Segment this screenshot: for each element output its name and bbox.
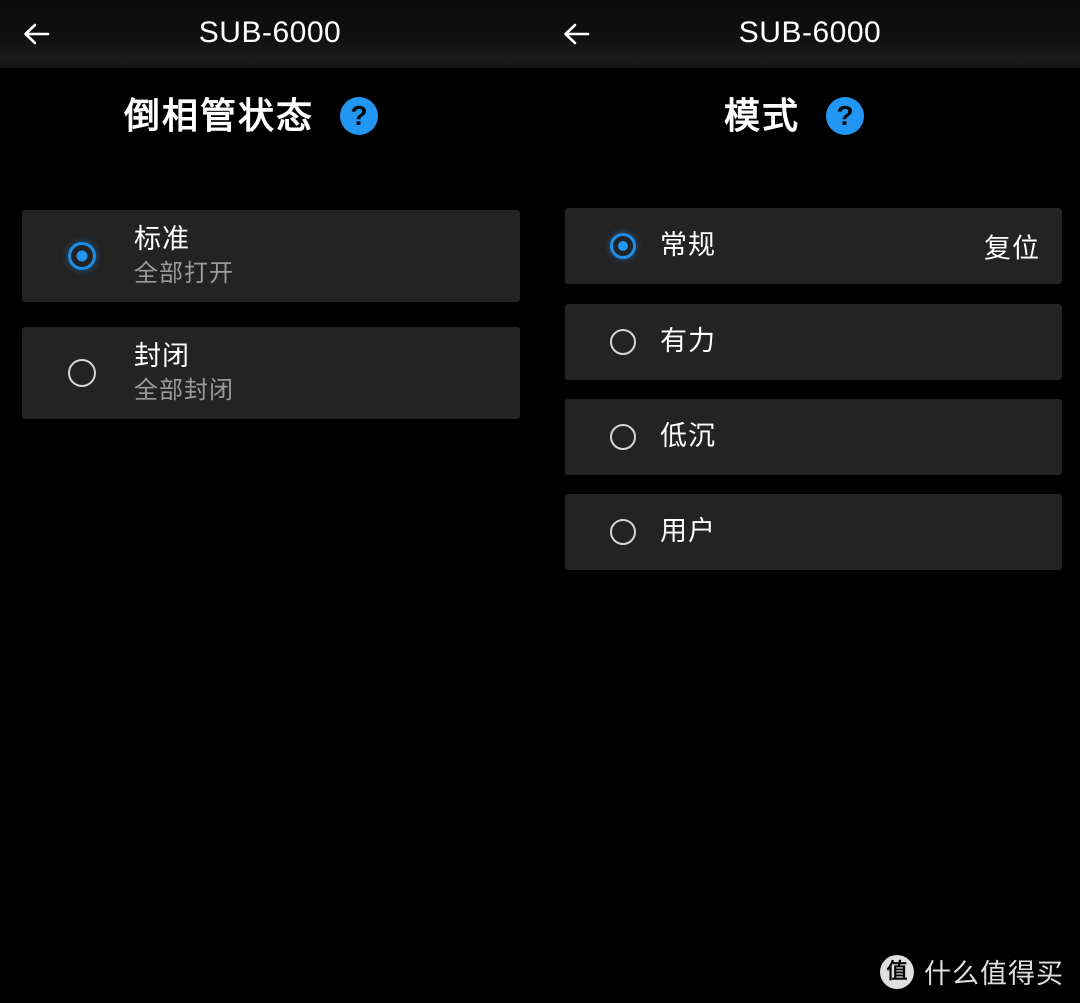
radio-standard-selected[interactable] — [68, 242, 96, 270]
section-title-vent-state: 倒相管状态 — [124, 95, 315, 136]
topbar-title-right: SUB-6000 — [738, 16, 882, 49]
watermark-text: 什么值得买 — [924, 959, 1064, 989]
help-icon-glyph: ? — [836, 100, 854, 131]
option-texts-sealed: 封闭 全部封闭 — [134, 327, 496, 419]
mode-card-deep[interactable]: 低沉 — [565, 399, 1062, 475]
option-card-standard[interactable]: 标准 全部打开 — [22, 210, 520, 302]
option-subtitle-sealed: 全部封闭 — [134, 376, 234, 404]
help-circle-icon[interactable]: ? — [340, 97, 379, 135]
help-icon-glyph: ? — [350, 100, 368, 131]
option-subtitle-standard: 全部打开 — [134, 259, 234, 287]
radio-powerful-unselected[interactable] — [610, 329, 636, 355]
arrow-left-icon — [24, 23, 50, 45]
back-arrow-icon-left[interactable] — [18, 17, 62, 51]
panel-vent-state: 倒相管状态 ? 标准 全部打开 封闭 全部封闭 — [0, 68, 540, 1003]
mode-card-user[interactable]: 用户 — [565, 494, 1062, 570]
radio-sealed-unselected[interactable] — [68, 359, 96, 387]
screenshot-root: SUB-6000 SUB-6000 倒相管状态 ? 标准 全部打开 封闭 全部封… — [0, 0, 1080, 1003]
back-arrow-icon-right[interactable] — [558, 17, 602, 51]
topbar-right: SUB-6000 — [540, 0, 1080, 68]
radio-normal-selected[interactable] — [610, 233, 636, 259]
section-header-vent-state: 倒相管状态 ? — [124, 95, 379, 136]
mode-texts-user: 用户 — [660, 494, 1038, 570]
mode-texts-normal: 常规 — [660, 208, 1038, 284]
mode-title-user: 用户 — [660, 516, 716, 547]
mode-card-normal[interactable]: 常规 复位 — [565, 208, 1062, 284]
mode-title-deep: 低沉 — [660, 421, 716, 452]
panel-mode: 模式 ? 常规 复位 有力 低沉 用户 — [540, 68, 1080, 1003]
option-texts-standard: 标准 全部打开 — [134, 210, 496, 302]
arrow-left-icon — [564, 23, 590, 45]
section-header-mode: 模式 ? — [724, 95, 865, 136]
watermark-logo-icon: 值 — [880, 954, 914, 989]
mode-card-powerful[interactable]: 有力 — [565, 304, 1062, 380]
section-title-mode: 模式 — [724, 95, 801, 136]
radio-user-unselected[interactable] — [610, 519, 636, 545]
radio-deep-unselected[interactable] — [610, 424, 636, 450]
option-title-standard: 标准 — [134, 223, 190, 254]
help-circle-icon[interactable]: ? — [826, 97, 865, 135]
option-card-sealed[interactable]: 封闭 全部封闭 — [22, 327, 520, 419]
mode-title-normal: 常规 — [660, 230, 716, 261]
mode-title-powerful: 有力 — [660, 326, 716, 357]
mode-texts-deep: 低沉 — [660, 399, 1038, 475]
watermark: 值 什么值得买 — [880, 952, 1064, 991]
reset-button[interactable]: 复位 — [984, 227, 1040, 266]
mode-texts-powerful: 有力 — [660, 304, 1038, 380]
option-title-sealed: 封闭 — [134, 340, 190, 371]
topbar-left: SUB-6000 — [0, 0, 540, 68]
topbar-title-left: SUB-6000 — [198, 16, 342, 49]
